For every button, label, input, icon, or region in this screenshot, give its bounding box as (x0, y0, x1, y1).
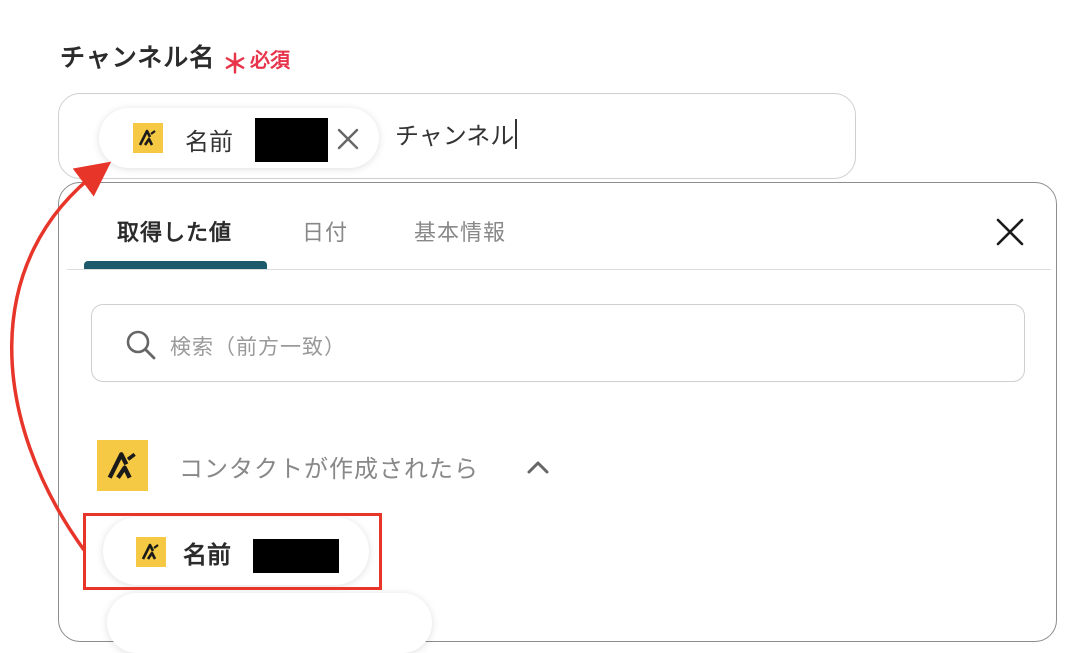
annotation-arrow (10, 161, 112, 552)
